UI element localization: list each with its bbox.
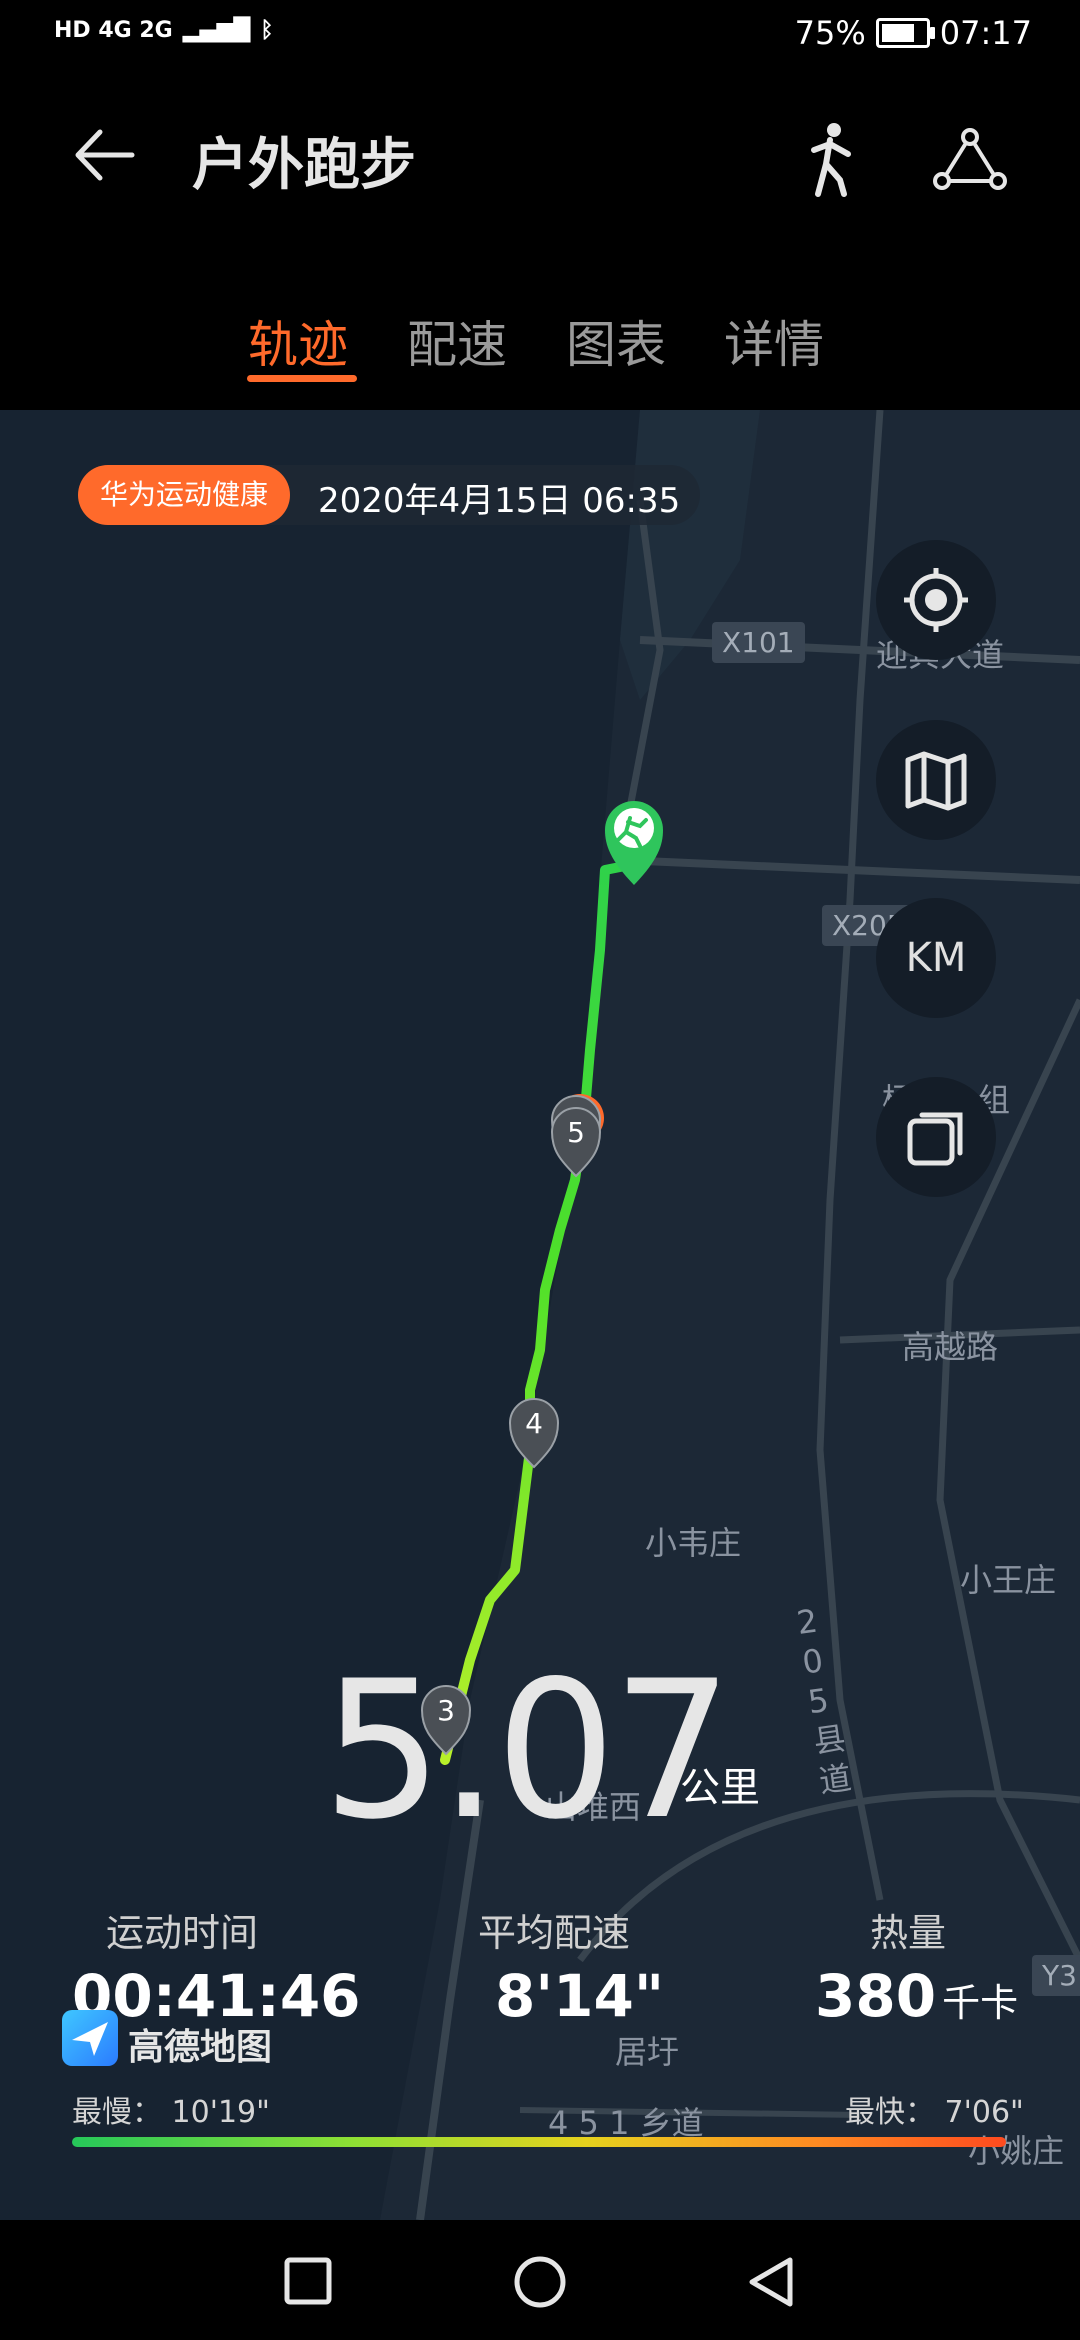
status-right: 75% 07:17 [795, 14, 1032, 52]
total-distance: 5.07 [322, 1640, 733, 1861]
calories-block: 380 千卡 [815, 1962, 1018, 2030]
back-triangle-icon[interactable] [744, 2254, 798, 2310]
record-datetime: 2020年4月15日 06:35 [318, 481, 681, 521]
bluetooth-icon: ᛒ [260, 18, 274, 43]
layers-icon [907, 1112, 963, 1166]
running-posture-icon[interactable] [800, 120, 864, 198]
avg-pace-value: 8'14" [495, 1962, 665, 2030]
tab-track[interactable]: 轨迹 [248, 305, 348, 377]
network-label: HD 4G 2G [54, 18, 173, 43]
tab-pace[interactable]: 配速 [407, 305, 507, 377]
recents-square-icon[interactable] [283, 2256, 333, 2306]
battery-percent: 75% [794, 14, 866, 52]
km-marker-5-label: 5 [567, 1116, 585, 1149]
home-circle-icon[interactable] [512, 2254, 568, 2310]
map-label-xiaowang: 小王庄 [960, 1561, 1057, 1599]
amap-name: 高德地图 [128, 2027, 273, 2068]
app-bar [0, 75, 1080, 250]
map-icon [905, 751, 967, 811]
map-label-xiaoyao: 小姚庄 [968, 2132, 1065, 2170]
system-nav-bar [0, 2220, 1080, 2340]
calories-unit: 千卡 [942, 1981, 1019, 2025]
road-badge-y3: Y3 [1032, 1955, 1080, 1996]
active-tab-indicator [247, 375, 357, 382]
huawei-health-badge: 华为运动健康 [78, 465, 291, 525]
distance-unit: 公里 [680, 1765, 760, 1811]
km-toggle-button[interactable]: KM [876, 898, 996, 1018]
km-marker-4-label: 4 [525, 1407, 543, 1440]
layers-button[interactable] [876, 1077, 996, 1197]
fastest-pace: 最快： 7'06" [845, 2095, 1024, 2130]
clock: 07:17 [939, 14, 1032, 52]
duration-label: 运动时间 [106, 1911, 259, 1955]
status-bar: HD 4G 2G ▂▄▆█ ᛒ 75% 07:17 [0, 0, 1080, 75]
map-label-gaoyue: 高越路 [902, 1328, 999, 1366]
km-marker-4[interactable]: 4 [506, 1393, 566, 1473]
signal-icon: ▂▄▆█ [182, 18, 251, 43]
km-marker-5[interactable]: 5 [548, 1102, 608, 1182]
network-indicators: HD 4G 2G ▂▄▆█ ᛒ [54, 18, 274, 43]
route-share-icon[interactable] [930, 125, 1010, 195]
tab-chart[interactable]: 图表 [566, 305, 666, 377]
pace-color-scale [72, 2137, 1006, 2147]
tab-bar: 轨迹 配速 图表 详情 [0, 285, 1080, 410]
map-type-button[interactable] [876, 720, 996, 840]
amap-logo-icon [62, 2010, 118, 2066]
calories-value: 380 [815, 1962, 937, 2030]
crosshair-icon [904, 568, 968, 632]
page-title: 户外跑步 [192, 133, 416, 198]
back-arrow-icon[interactable] [70, 120, 140, 190]
avg-pace-label: 平均配速 [478, 1911, 631, 1955]
tab-details[interactable]: 详情 [724, 305, 824, 377]
battery-icon [875, 18, 935, 48]
map-label-juyu: 居圩 [615, 2033, 680, 2071]
slowest-pace: 最慢： 10'19" [72, 2095, 270, 2130]
map-label-xiaowei: 小韦庄 [645, 1524, 742, 1562]
road-badge-x101: X101 [712, 622, 805, 663]
calories-label: 热量 [870, 1911, 947, 1955]
locate-button[interactable] [876, 540, 996, 660]
